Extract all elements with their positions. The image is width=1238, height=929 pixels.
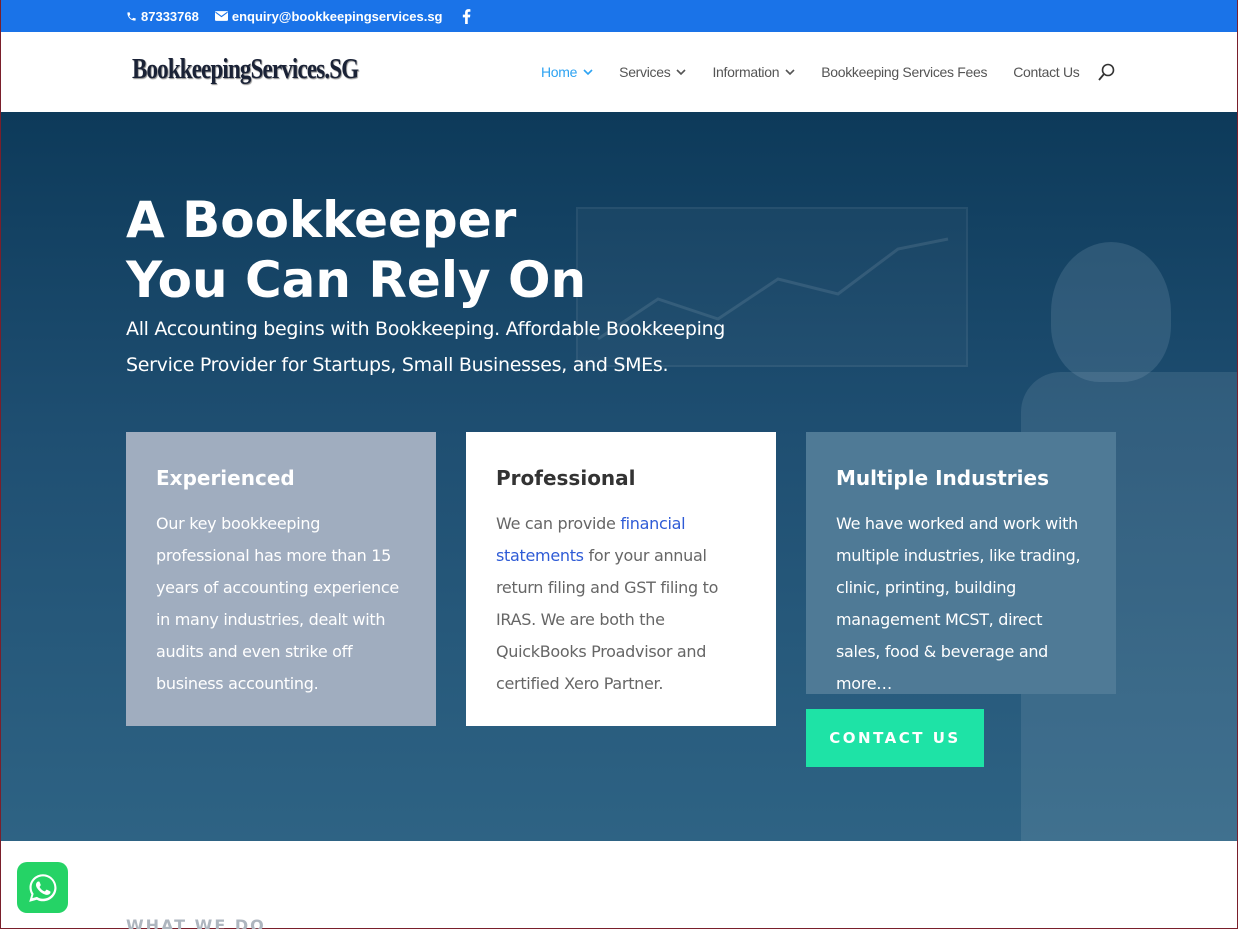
- chevron-down-icon: [785, 68, 795, 75]
- nav-item-contact[interactable]: Contact Us: [1013, 64, 1080, 80]
- email-address: enquiry@bookkeepingservices.sg: [231, 8, 443, 24]
- card-text-before: We can provide: [496, 514, 621, 533]
- hero-subtitle: All Accounting begins with Bookkeeping. …: [126, 318, 726, 376]
- whatsapp-icon: [28, 873, 56, 902]
- nav-item-information[interactable]: Information: [712, 64, 795, 80]
- card-text: Our key bookkeeping professional has mor…: [156, 514, 399, 693]
- nav-item-home[interactable]: Home: [541, 64, 593, 80]
- phone-contact[interactable]: 87333768: [126, 9, 199, 24]
- nav-label: Services: [619, 64, 671, 80]
- card-text: We can provide financial statements for …: [496, 508, 746, 700]
- phone-icon: [127, 11, 136, 21]
- card-title: Multiple Industries: [836, 466, 1049, 490]
- mail-icon: [214, 11, 228, 21]
- section-label-what-we-do: WHAT WE DO: [126, 916, 266, 929]
- facebook-link[interactable]: [462, 8, 475, 24]
- card-title: Experienced: [156, 466, 295, 490]
- card-text-after: for your annual return filing and GST fi…: [496, 546, 719, 693]
- hero-title-line-2: You Can Rely On: [126, 251, 587, 309]
- site-logo[interactable]: BookkeepingServices.SG: [132, 54, 359, 86]
- contact-us-button[interactable]: CONTACT US: [806, 709, 984, 767]
- whatsapp-chat-button[interactable]: [17, 862, 68, 913]
- nav-label: Bookkeeping Services Fees: [821, 64, 988, 80]
- email-contact[interactable]: enquiry@bookkeepingservices.sg: [214, 8, 443, 24]
- person-head-illustration: [1051, 242, 1171, 382]
- card-text: We have worked and work with multiple in…: [836, 514, 1081, 693]
- chevron-down-icon: [583, 68, 593, 75]
- site-header: BookkeepingServices.SG Home Services Inf…: [1, 32, 1237, 112]
- main-nav: Home Services Information Bookkeeping Se…: [541, 32, 1105, 112]
- search-icon[interactable]: [1098, 63, 1115, 81]
- nav-label: Home: [541, 64, 578, 80]
- feature-card-industries: Multiple Industries We have worked and w…: [806, 432, 1116, 694]
- phone-number: 87333768: [141, 8, 199, 24]
- top-bar: 87333768 enquiry@bookkeepingservices.sg: [1, 0, 1237, 32]
- nav-item-services[interactable]: Services: [619, 64, 687, 80]
- nav-label: Contact Us: [1013, 64, 1080, 80]
- nav-label: Information: [712, 64, 780, 80]
- nav-item-fees[interactable]: Bookkeeping Services Fees: [821, 64, 987, 80]
- chevron-down-icon: [676, 68, 687, 75]
- hero-title: A Bookkeeper You Can Rely On: [126, 190, 686, 310]
- feature-card-professional: Professional We can provide financial st…: [466, 432, 776, 726]
- card-title: Professional: [496, 466, 636, 490]
- facebook-icon: [463, 8, 471, 24]
- feature-card-experienced: Experienced Our key bookkeeping professi…: [126, 432, 436, 726]
- hero-title-line-1: A Bookkeeper: [126, 191, 517, 249]
- hero-section: A Bookkeeper You Can Rely On All Account…: [1, 112, 1237, 841]
